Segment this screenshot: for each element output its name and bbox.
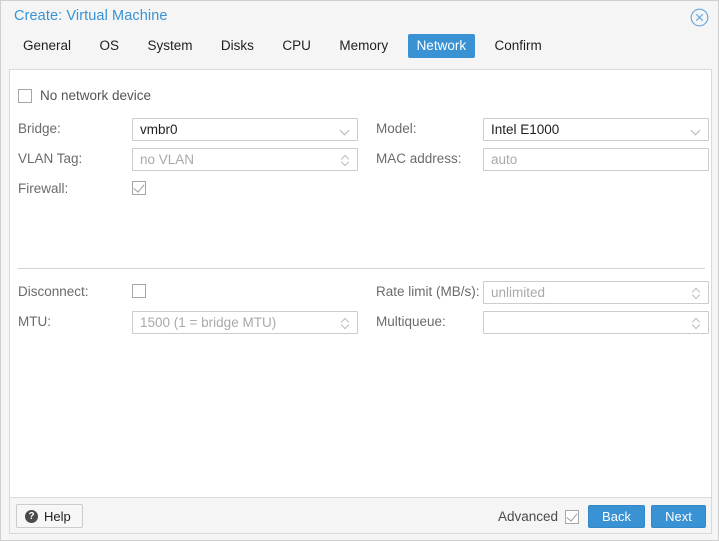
network-form-panel: No network device Bridge: vmbr0 VLAN Tag… <box>9 69 712 497</box>
no-network-device-checkbox[interactable] <box>18 88 32 103</box>
mtu-label: MTU: <box>18 314 51 329</box>
dialog-footer: ? Help Advanced Back Next <box>9 497 712 534</box>
question-mark-icon: ? <box>25 509 38 523</box>
firewall-field: Firewall: <box>18 178 358 200</box>
model-input[interactable]: Intel E1000 <box>483 118 709 141</box>
rate-limit-field: Rate limit (MB/s): unlimited <box>376 281 709 304</box>
close-icon[interactable] <box>690 8 709 27</box>
advanced-toggle[interactable]: Advanced <box>498 509 579 524</box>
bridge-label: Bridge: <box>18 121 61 136</box>
rate-limit-label: Rate limit (MB/s): <box>376 284 480 299</box>
mtu-input[interactable]: 1500 (1 = bridge MTU) <box>132 311 358 334</box>
tab-network[interactable]: Network <box>407 34 476 58</box>
mac-address-field: MAC address: auto <box>376 148 709 171</box>
help-button-label: Help <box>44 508 71 524</box>
model-value: Intel E1000 <box>491 122 560 137</box>
tab-memory[interactable]: Memory <box>330 34 397 58</box>
tab-general[interactable]: General <box>14 34 80 58</box>
dialog-header: Create: Virtual Machine <box>1 1 718 34</box>
spinner-icon[interactable] <box>340 316 351 331</box>
firewall-checkbox[interactable] <box>132 181 146 195</box>
chevron-down-icon[interactable] <box>341 127 350 133</box>
model-label: Model: <box>376 121 417 136</box>
vlan-tag-field: VLAN Tag: no VLAN <box>18 148 358 171</box>
bridge-input[interactable]: vmbr0 <box>132 118 358 141</box>
section-divider <box>18 268 705 269</box>
next-button[interactable]: Next <box>651 505 706 528</box>
back-button[interactable]: Back <box>588 505 645 528</box>
bridge-value: vmbr0 <box>140 122 178 137</box>
no-network-device-row[interactable]: No network device <box>18 88 151 103</box>
tab-disks[interactable]: Disks <box>212 34 263 58</box>
page-title: Create: Virtual Machine <box>14 8 168 24</box>
mtu-value: 1500 (1 = bridge MTU) <box>140 315 277 330</box>
advanced-checkbox[interactable] <box>565 509 579 524</box>
help-button[interactable]: ? Help <box>16 504 83 528</box>
rate-limit-value: unlimited <box>491 285 546 300</box>
vlan-tag-value: no VLAN <box>140 152 195 167</box>
mac-address-input[interactable]: auto <box>483 148 709 171</box>
disconnect-label: Disconnect: <box>18 284 89 299</box>
no-network-device-label: No network device <box>40 88 152 103</box>
create-vm-dialog: Create: Virtual Machine General OS Syste… <box>0 0 719 541</box>
tab-confirm[interactable]: Confirm <box>486 34 551 58</box>
tab-system[interactable]: System <box>138 34 201 58</box>
tab-os[interactable]: OS <box>90 34 128 58</box>
tab-cpu[interactable]: CPU <box>273 34 320 58</box>
disconnect-checkbox[interactable] <box>132 284 146 298</box>
firewall-label: Firewall: <box>18 181 69 196</box>
chevron-down-icon[interactable] <box>692 127 701 133</box>
multiqueue-input[interactable] <box>483 311 709 334</box>
mac-address-label: MAC address: <box>376 151 462 166</box>
multiqueue-label: Multiqueue: <box>376 314 446 329</box>
spinner-icon[interactable] <box>340 153 351 168</box>
mac-address-value: auto <box>491 152 518 167</box>
bridge-field: Bridge: vmbr0 <box>18 118 358 141</box>
wizard-tabs: General OS System Disks CPU Memory Netwo… <box>1 34 718 67</box>
rate-limit-input[interactable]: unlimited <box>483 281 709 304</box>
spinner-icon[interactable] <box>691 286 702 301</box>
vlan-tag-input[interactable]: no VLAN <box>132 148 358 171</box>
mtu-field: MTU: 1500 (1 = bridge MTU) <box>18 311 358 334</box>
advanced-label: Advanced <box>497 509 558 524</box>
disconnect-field: Disconnect: <box>18 281 358 303</box>
multiqueue-field: Multiqueue: <box>376 311 709 334</box>
spinner-icon[interactable] <box>691 316 702 331</box>
model-field: Model: Intel E1000 <box>376 118 709 141</box>
vlan-tag-label: VLAN Tag: <box>18 151 83 166</box>
